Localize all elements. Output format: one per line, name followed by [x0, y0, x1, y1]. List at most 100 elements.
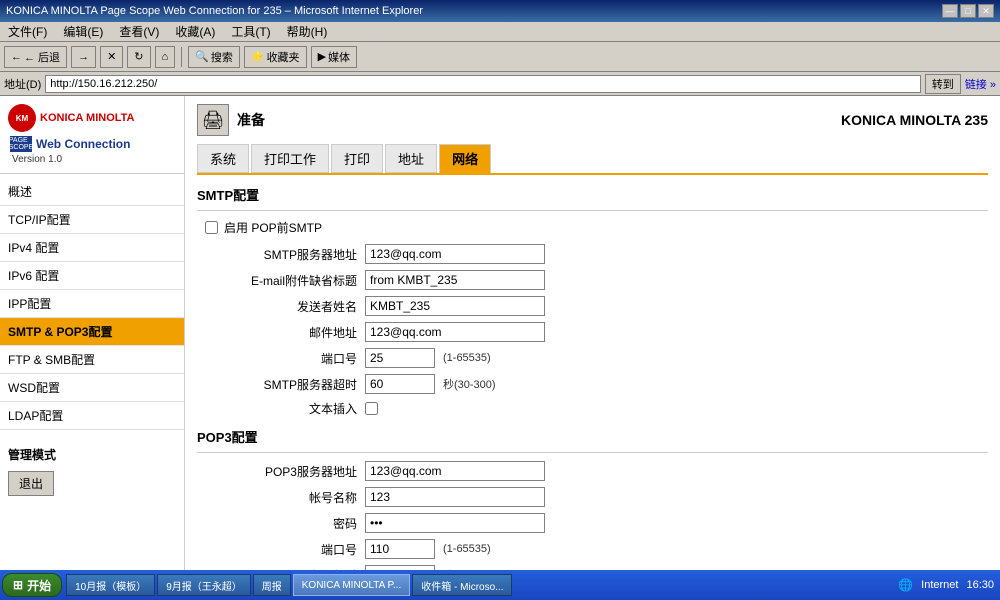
menu-edit[interactable]: 编辑(E)	[59, 22, 107, 41]
konica-logo: KM KONICA MINOLTA	[8, 104, 176, 132]
pop3-account-row: 帐号名称	[197, 487, 988, 507]
email-address-row: 邮件地址	[197, 322, 988, 342]
close-btn[interactable]: ✕	[978, 4, 994, 18]
tab-print-job[interactable]: 打印工作	[251, 144, 329, 173]
email-address-label: 邮件地址	[197, 324, 357, 341]
sidebar-item-ftp-smb[interactable]: FTP & SMB配置	[0, 346, 184, 374]
sidebar-item-ipp[interactable]: IPP配置	[0, 290, 184, 318]
web-connection-text: Web Connection	[36, 137, 130, 151]
sidebar-item-smtp-pop3[interactable]: SMTP & POP3配置	[0, 318, 184, 346]
media-button[interactable]: ▶ 媒体	[311, 46, 357, 68]
email-subject-input[interactable]	[365, 270, 545, 290]
sidebar-item-ipv6[interactable]: IPv6 配置	[0, 262, 184, 290]
go-button[interactable]: 转到	[925, 74, 961, 94]
pop3-divider	[197, 452, 988, 453]
taskbar-item-4[interactable]: 收件箱 - Microsо...	[412, 574, 512, 596]
pop3-server-row: POP3服务器地址	[197, 461, 988, 481]
minimize-btn[interactable]: —	[942, 4, 958, 18]
menu-bar: 文件(F) 编辑(E) 查看(V) 收藏(A) 工具(T) 帮助(H)	[0, 22, 1000, 42]
start-button[interactable]: ⊞ 开始	[2, 573, 62, 597]
pop3-port-input[interactable]	[365, 539, 435, 559]
content-area: 🖨 准备 KONICA MINOLTA 235 系统 打印工作 打印 地址 网络…	[185, 96, 1000, 570]
taskbar-item-1[interactable]: 9月报（王永超）	[157, 574, 251, 596]
pop3-server-input[interactable]	[365, 461, 545, 481]
smtp-port-label: 端口号	[197, 350, 357, 367]
refresh-button[interactable]: ↻	[127, 46, 150, 68]
pop3-port-row: 端口号 (1-65535)	[197, 539, 988, 559]
favorites-button[interactable]: ⭐ 收藏夹	[244, 46, 307, 68]
clock: 16:30	[966, 579, 994, 591]
address-input[interactable]	[45, 75, 921, 93]
tab-print[interactable]: 打印	[331, 144, 383, 173]
pop-before-smtp-checkbox[interactable]	[205, 221, 218, 234]
email-subject-label: E-mail附件缺省标题	[197, 272, 357, 289]
title-bar: KONICA MINOLTA Page Scope Web Connection…	[0, 0, 1000, 22]
smtp-timeout-row: SMTP服务器超时 秒(30-300)	[197, 374, 988, 394]
header-model: KONICA MINOLTA 235	[841, 112, 988, 128]
title-bar-text: KONICA MINOLTA Page Scope Web Connection…	[6, 5, 423, 17]
smtp-port-hint: (1-65535)	[443, 352, 491, 364]
smtp-port-input[interactable]	[365, 348, 435, 368]
taskbar-right: 🌐 Internet 16:30	[898, 578, 998, 592]
menu-tools[interactable]: 工具(T)	[227, 22, 274, 41]
sidebar-item-wsd[interactable]: WSD配置	[0, 374, 184, 402]
address-bar: 地址(D) 转到 链接 »	[0, 72, 1000, 96]
pagescope-line: PAGE SCOPE Web Connection	[8, 136, 176, 152]
pop3-section-title: POP3配置	[197, 427, 988, 446]
tab-address[interactable]: 地址	[385, 144, 437, 173]
tab-bar: 系统 打印工作 打印 地址 网络	[197, 144, 988, 175]
sender-name-input[interactable]	[365, 296, 545, 316]
pop-before-smtp-row: 启用 POP前SMTP	[205, 219, 988, 236]
address-label: 地址(D)	[4, 76, 41, 92]
printer-icon: 🖨	[197, 104, 229, 136]
text-insert-checkbox[interactable]	[365, 402, 378, 415]
sidebar-item-tcpip[interactable]: TCP/IP配置	[0, 206, 184, 234]
pop3-password-input[interactable]	[365, 513, 545, 533]
pop-before-smtp-label: 启用 POP前SMTP	[224, 219, 322, 236]
smtp-server-label: SMTP服务器地址	[197, 246, 357, 263]
taskbar: ⊞ 开始 10月报（模板） 9月报（王永超） 周报 KONICA MINOLTA…	[0, 570, 1000, 600]
logout-button[interactable]: 退出	[8, 471, 54, 496]
stop-button[interactable]: ✕	[100, 46, 123, 68]
back-button[interactable]: ← ← 后退	[4, 46, 67, 68]
text-insert-label: 文本插入	[197, 400, 357, 417]
smtp-server-input[interactable]	[365, 244, 545, 264]
sidebar-item-ldap[interactable]: LDAP配置	[0, 402, 184, 430]
email-address-input[interactable]	[365, 322, 545, 342]
pop3-password-label: 密码	[197, 515, 357, 532]
header-title: 准备	[237, 110, 265, 130]
content-header: 🖨 准备 KONICA MINOLTA 235	[197, 104, 988, 136]
internet-zone-text: Internet	[921, 579, 958, 591]
smtp-timeout-label: SMTP服务器超时	[197, 376, 357, 393]
search-button[interactable]: 🔍 搜索	[188, 46, 240, 68]
toolbar: ← ← 后退 → ✕ ↻ ⌂ 🔍 搜索 ⭐ 收藏夹 ▶ 媒体	[0, 42, 1000, 72]
sender-name-row: 发送者姓名	[197, 296, 988, 316]
forward-button[interactable]: →	[71, 46, 96, 68]
pop3-password-row: 密码	[197, 513, 988, 533]
menu-view[interactable]: 查看(V)	[115, 22, 163, 41]
smtp-server-row: SMTP服务器地址	[197, 244, 988, 264]
taskbar-item-0[interactable]: 10月报（模板）	[66, 574, 155, 596]
maximize-btn[interactable]: □	[960, 4, 976, 18]
windows-icon: ⊞	[13, 578, 23, 592]
smtp-port-row: 端口号 (1-65535)	[197, 348, 988, 368]
taskbar-item-2[interactable]: 周报	[253, 574, 291, 596]
smtp-section-title: SMTP配置	[197, 185, 988, 204]
pagescope-icon: PAGE SCOPE	[10, 136, 32, 152]
menu-help[interactable]: 帮助(H)	[283, 22, 332, 41]
tab-system[interactable]: 系统	[197, 144, 249, 173]
menu-file[interactable]: 文件(F)	[4, 22, 51, 41]
sidebar-item-overview[interactable]: 概述	[0, 178, 184, 206]
konica-circle-icon: KM	[8, 104, 36, 132]
content-header-left: 🖨 准备	[197, 104, 265, 136]
version-text: Version 1.0	[8, 154, 176, 165]
taskbar-item-3[interactable]: KONICA MINOLTA P...	[293, 574, 410, 596]
menu-favorites[interactable]: 收藏(A)	[171, 22, 219, 41]
sender-name-label: 发送者姓名	[197, 298, 357, 315]
tab-network[interactable]: 网络	[439, 144, 491, 173]
sidebar-item-ipv4[interactable]: IPv4 配置	[0, 234, 184, 262]
pop3-account-input[interactable]	[365, 487, 545, 507]
smtp-timeout-hint: 秒(30-300)	[443, 376, 496, 392]
home-button[interactable]: ⌂	[155, 46, 176, 68]
smtp-timeout-input[interactable]	[365, 374, 435, 394]
